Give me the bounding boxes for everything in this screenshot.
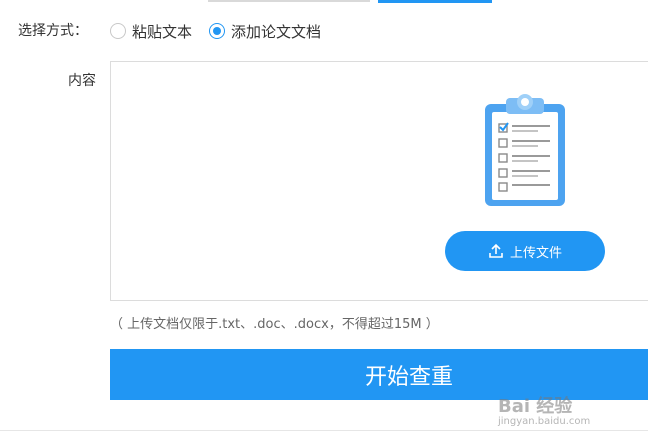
method-label: 选择方式： <box>18 23 88 39</box>
upload-icon <box>489 243 503 258</box>
radio-circle-checked[interactable] <box>209 23 225 39</box>
radio-paste-text-label: 粘贴文本 <box>132 22 193 41</box>
baidu-jingyan-watermark: Bai 经验 jingyan.baidu.com <box>498 392 590 427</box>
radio-paste-text[interactable]: 粘贴文本 <box>110 20 192 42</box>
radio-circle-unchecked[interactable] <box>110 23 126 39</box>
top-input-field-edge <box>208 0 370 2</box>
content-label: 内容 <box>68 73 96 89</box>
upload-file-button[interactable]: 上传文件 <box>445 231 605 271</box>
radio-add-document-label: 添加论文文档 <box>231 22 322 41</box>
start-check-label: 开始查重 <box>364 364 453 390</box>
upload-file-label: 上传文件 <box>509 245 562 261</box>
radio-add-document[interactable]: 添加论文文档 <box>209 20 321 42</box>
bottom-divider <box>0 430 648 431</box>
top-button-edge <box>378 0 492 3</box>
watermark-sub: jingyan.baidu.com <box>498 416 591 427</box>
watermark-main: Bai 经验 <box>498 396 573 417</box>
clipboard-checklist-icon <box>485 94 565 206</box>
upload-hint: （ 上传文档仅限于.txt、.doc、.docx，不得超过15M ） <box>110 317 439 332</box>
